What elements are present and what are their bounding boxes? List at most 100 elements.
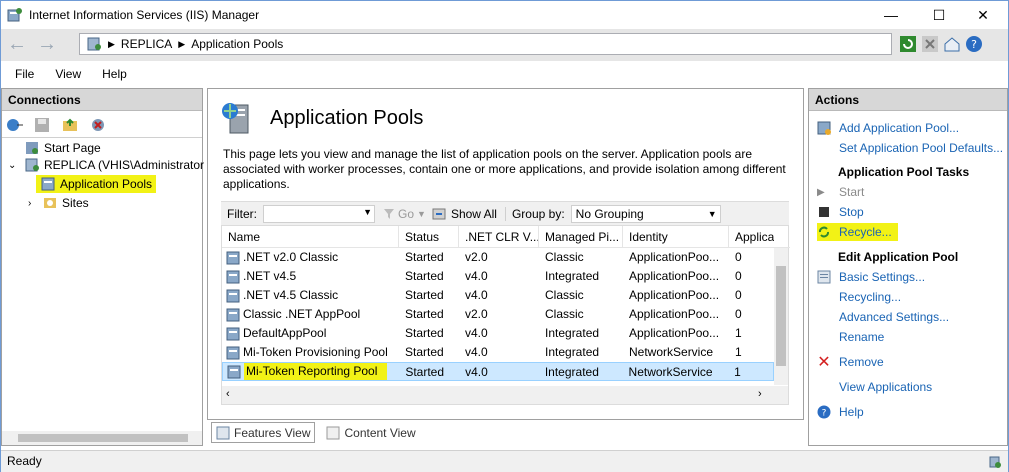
table-hscrollbar[interactable]: ‹ › [222, 386, 788, 404]
save-icon[interactable] [34, 117, 50, 133]
table-row[interactable]: Mi-Token Reporting Pool Started v4.0 Integr… [222, 362, 774, 381]
row-name-label: .NET v4.5 [243, 269, 297, 283]
back-arrow-icon[interactable]: ← [5, 33, 29, 57]
column-header-status[interactable]: Status [399, 226, 459, 247]
tree-node-application-pools[interactable]: Application Pools [36, 175, 157, 193]
group-by-value: No Grouping [575, 206, 644, 221]
stop-icon[interactable] [921, 35, 939, 53]
show-all-button[interactable]: Show All [432, 207, 497, 221]
cell-name: DefaultAppPool [222, 324, 399, 343]
action-label: Add Application Pool... [839, 121, 960, 135]
tree-node-start-page[interactable]: Start Page [24, 139, 101, 157]
cell-pipeline: Integrated [545, 269, 600, 283]
action-stop[interactable]: Stop [817, 203, 864, 221]
connections-hscroll-thumb[interactable] [18, 434, 188, 442]
application-pools-table: Name Status .NET CLR V... Managed Pi... … [221, 225, 790, 405]
breadcrumb-app-pools[interactable]: Application Pools [191, 37, 283, 51]
table-row[interactable]: Classic .NET AppPool Started v2.0 Classic Ap… [222, 305, 774, 324]
menu-help[interactable]: Help [95, 61, 134, 87]
disconnect-icon[interactable] [90, 117, 108, 133]
chevron-down-icon[interactable]: ⌄ [8, 160, 20, 171]
tab-content-view[interactable]: Content View [321, 422, 420, 443]
connect-icon[interactable] [6, 117, 24, 133]
highlight-application-pools: Application Pools [36, 175, 157, 193]
connections-hscrollbar[interactable] [2, 431, 202, 445]
table-row[interactable]: .NET v4.5 Classic Started v4.0 Classic Appli… [222, 286, 774, 305]
action-recycling[interactable]: Recycling... [839, 288, 901, 306]
actions-pane: Actions Add Application Pool... Set Appl… [808, 88, 1008, 446]
cell-name: .NET v4.5 Classic [222, 286, 399, 305]
action-add-application-pool[interactable]: Add Application Pool... [817, 119, 959, 137]
help-icon[interactable]: ? [965, 35, 983, 53]
go-button[interactable]: Go ▼ [383, 207, 426, 221]
cell-status: Started [405, 288, 444, 302]
show-all-label: Show All [450, 206, 497, 221]
tree-node-sites[interactable]: › Sites [28, 194, 89, 212]
action-help[interactable]: ? Help [817, 403, 864, 421]
app-pool-row-icon [226, 251, 240, 264]
menu-view[interactable]: View [48, 61, 88, 87]
breadcrumb-server[interactable]: REPLICA [121, 37, 172, 51]
app-pool-row-icon [226, 270, 240, 283]
close-button[interactable]: ✕ [963, 1, 1003, 29]
table-vscrollbar[interactable] [774, 248, 788, 385]
column-header-pipeline[interactable]: Managed Pi... [539, 226, 623, 247]
remove-x-icon: ✕ [817, 354, 831, 371]
action-remove[interactable]: ✕ Remove [817, 353, 883, 371]
action-recycle[interactable]: Recycle... [817, 223, 898, 241]
action-start[interactable]: ▶ Start [817, 183, 864, 201]
table-row[interactable]: DefaultAppPool Started v4.0 Integrated Appli… [222, 324, 774, 343]
scroll-left-icon[interactable]: ‹ [226, 388, 230, 400]
tree-node-server[interactable]: ⌄ REPLICA (VHIS\Administrator [8, 156, 204, 174]
maximize-button[interactable]: ☐ [919, 1, 959, 29]
row-name-label: Mi-Token Provisioning Pool [243, 345, 388, 359]
row-name-label: Mi-Token Reporting Pool [244, 363, 388, 380]
address-bar[interactable]: ▶ REPLICA ▶ Application Pools [79, 33, 892, 55]
iis-manager-window: Internet Information Services (IIS) Mana… [0, 0, 1009, 472]
action-rename[interactable]: Rename [839, 328, 884, 346]
menu-file[interactable]: File [8, 61, 41, 87]
action-advanced-settings[interactable]: Advanced Settings... [839, 308, 949, 326]
cell-identity: ApplicationPoo... [629, 326, 720, 340]
play-icon: ▶ [817, 186, 825, 198]
table-vscroll-thumb[interactable] [776, 266, 786, 366]
home-icon[interactable] [943, 35, 961, 53]
action-set-defaults[interactable]: Set Application Pool Defaults... [839, 139, 1003, 157]
filter-input[interactable]: ▼ [263, 204, 375, 223]
server-node-icon [25, 158, 39, 172]
cell-pipeline: Integrated [545, 326, 600, 340]
dropdown-arrow-icon[interactable]: ▼ [708, 206, 717, 222]
cell-identity: NetworkService [628, 365, 713, 379]
action-view-applications[interactable]: View Applications [839, 378, 932, 396]
column-header-identity[interactable]: Identity [623, 226, 729, 247]
tab-features-view[interactable]: Features View [211, 422, 316, 443]
status-server-icon [989, 456, 1001, 468]
table-row[interactable]: Mi-Token Provisioning Pool Started v4.0 Int… [222, 343, 774, 362]
column-header-clr[interactable]: .NET CLR V... [459, 226, 539, 247]
minimize-button[interactable]: — [871, 1, 911, 29]
breadcrumb-separator-icon: ▶ [108, 38, 115, 49]
up-folder-icon[interactable] [62, 117, 78, 133]
action-basic-settings[interactable]: Basic Settings... [817, 268, 925, 286]
dropdown-arrow-icon: ▼ [417, 208, 426, 219]
application-pools-large-icon [222, 103, 249, 134]
table-row[interactable]: .NET v2.0 Classic Started v2.0 Classic Appli… [222, 248, 774, 267]
table-row[interactable]: .NET v4.5 Started v4.0 Integrated Applicatio… [222, 267, 774, 286]
column-header-applications[interactable]: Applica [729, 226, 774, 247]
dropdown-arrow-icon[interactable]: ▼ [363, 207, 372, 217]
forward-arrow-icon[interactable]: → [35, 33, 59, 57]
page-description: This page lets you view and manage the l… [223, 147, 786, 191]
cell-pipeline: Classic [545, 307, 584, 321]
refresh-icon[interactable] [899, 35, 917, 53]
scroll-right-icon[interactable]: › [758, 388, 762, 400]
chevron-right-icon[interactable]: › [28, 198, 38, 209]
cell-identity: ApplicationPoo... [629, 288, 720, 302]
svg-text:?: ? [822, 409, 827, 419]
navigation-bar: ← → ▶ REPLICA ▶ Application Pools ? [1, 29, 1008, 61]
cell-clr: v4.0 [465, 288, 488, 302]
group-by-select[interactable]: No Grouping ▼ [570, 204, 721, 223]
cell-name: .NET v4.5 [222, 267, 399, 286]
action-label: View Applications [839, 380, 933, 394]
server-icon [87, 37, 101, 51]
column-header-name[interactable]: Name [222, 226, 399, 247]
